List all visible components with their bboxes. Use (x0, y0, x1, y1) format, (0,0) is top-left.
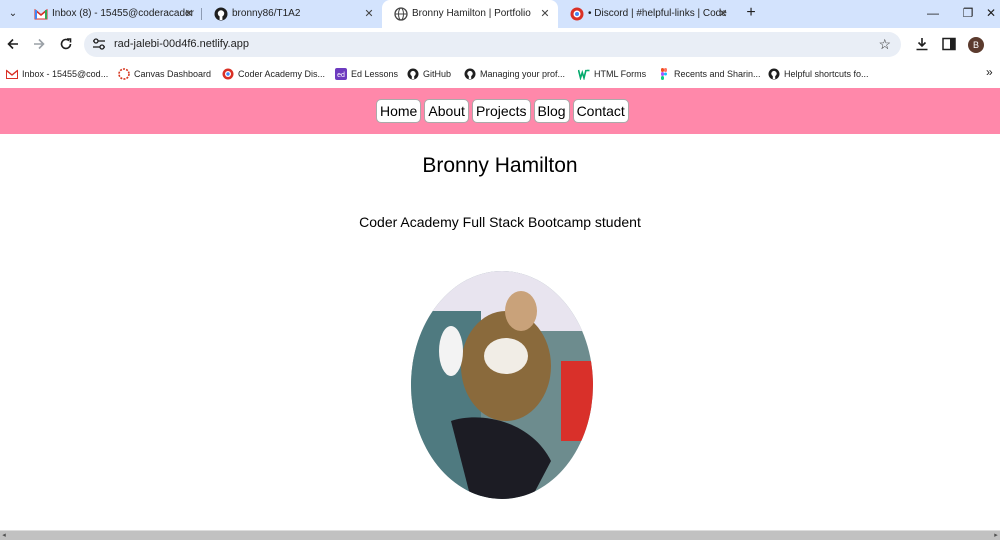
nav-link-home[interactable]: Home (376, 99, 422, 123)
restore-button[interactable]: ❐ (950, 0, 986, 28)
nav-links: Home About Projects Blog Contact (376, 99, 629, 123)
arrow-right-icon (34, 38, 45, 50)
nav-link-blog[interactable]: Blog (533, 99, 570, 123)
side-panel-icon[interactable] (941, 36, 957, 52)
github-icon (768, 68, 780, 80)
bookmark-label: Ed Lessons (351, 69, 399, 79)
bookmark-canvas[interactable]: Canvas Dashboard (118, 66, 211, 82)
chevron-double-right-icon[interactable]: » (986, 65, 993, 79)
bookmark-gmail[interactable]: Inbox - 15455@cod... (6, 66, 108, 82)
nav-link-contact[interactable]: Contact (572, 99, 629, 123)
tab-label: Bronny Hamilton | Portfolio (412, 8, 531, 19)
github-icon (407, 68, 419, 80)
bookmark-html-forms[interactable]: HTML Forms (578, 66, 646, 82)
bookmark-github[interactable]: GitHub (407, 66, 451, 82)
site-navbar: Home About Projects Blog Contact (0, 88, 1000, 134)
tab-label: bronny86/T1A2 (232, 8, 301, 19)
bookmark-label: HTML Forms (594, 69, 647, 79)
back-button[interactable] (3, 34, 23, 54)
bookmark-label: Helpful shortcuts fo... (784, 69, 869, 79)
tab-portfolio[interactable]: Bronny Hamilton | Portfolio ✕ (382, 0, 558, 28)
arrow-left-icon (7, 38, 18, 50)
discord-icon (570, 7, 584, 21)
browser-toolbar: rad-jalebi-00d4f6.netlify.app ☆ B (0, 28, 1000, 61)
figma-icon (661, 68, 667, 80)
horizontal-scrollbar[interactable]: ◂ ▸ (0, 530, 1000, 540)
bookmark-helpful-shortcuts[interactable]: Helpful shortcuts fo... (768, 66, 869, 82)
w3-icon (578, 69, 590, 80)
profile-photo (411, 271, 593, 499)
bookmark-coder-academy-discord[interactable]: Coder Academy Dis... (222, 66, 325, 82)
bookmark-label: Coder Academy Dis... (238, 69, 326, 79)
page-title: Bronny Hamilton (422, 154, 578, 177)
download-icon[interactable] (914, 36, 930, 52)
minimize-button[interactable]: — (915, 0, 951, 28)
bookmark-label: Recents and Sharin... (674, 69, 761, 79)
nav-link-projects[interactable]: Projects (471, 99, 531, 123)
discord-icon (222, 68, 234, 80)
bookmark-managing-profile[interactable]: Managing your prof... (464, 66, 565, 82)
bookmark-label: GitHub (423, 69, 452, 79)
bookmark-ed-lessons[interactable]: ed Ed Lessons (335, 66, 398, 82)
forward-button[interactable] (29, 34, 49, 54)
bookmark-figma-recents[interactable]: Recents and Sharin... (658, 66, 761, 82)
bookmark-label: Inbox - 15455@cod... (22, 69, 109, 79)
close-icon[interactable]: ✕ (182, 0, 196, 28)
bookmark-star-icon[interactable]: ☆ (878, 32, 891, 57)
tab-label: Inbox (8) - 15455@coderacader (52, 8, 194, 19)
tab-search-button[interactable]: ⌄ (3, 4, 23, 24)
github-icon (464, 68, 476, 80)
reload-icon (60, 38, 72, 50)
ed-icon: ed (335, 68, 347, 80)
site-info-icon[interactable] (92, 37, 106, 51)
reload-button[interactable] (56, 34, 76, 54)
url-text: rad-jalebi-00d4f6.netlify.app (114, 38, 249, 50)
close-icon[interactable]: ✕ (538, 0, 552, 28)
close-icon[interactable]: ✕ (716, 0, 730, 28)
profile-photo-image (411, 271, 593, 499)
canvas-icon (118, 68, 130, 80)
tab-discord[interactable]: • Discord | #helpful-links | Code ✕ (558, 0, 736, 28)
bookmark-label: Canvas Dashboard (134, 69, 212, 79)
gmail-icon (6, 69, 18, 79)
tab-strip: ⌄ Inbox (8) - 15455@coderacader ✕ bronny… (0, 0, 1000, 28)
profile-avatar[interactable]: B (968, 37, 984, 53)
tab-github[interactable]: bronny86/T1A2 ✕ (202, 0, 382, 28)
bookmark-label: Managing your prof... (480, 69, 566, 79)
gmail-icon (34, 8, 48, 20)
github-icon (214, 7, 228, 21)
page-viewport: Home About Projects Blog Contact Bronny … (0, 88, 1000, 530)
nav-link-about[interactable]: About (424, 99, 469, 123)
close-window-button[interactable]: ✕ (982, 0, 1000, 28)
tab-label: • Discord | #helpful-links | Code (588, 8, 727, 19)
globe-icon (394, 7, 408, 21)
new-tab-button[interactable]: + (741, 4, 761, 24)
tagline: Coder Academy Full Stack Bootcamp studen… (359, 214, 641, 230)
svg-text:ed: ed (337, 72, 345, 79)
address-bar[interactable]: rad-jalebi-00d4f6.netlify.app ☆ (84, 32, 901, 57)
tab-gmail[interactable]: Inbox (8) - 15455@coderacader ✕ (22, 0, 202, 28)
close-icon[interactable]: ✕ (362, 0, 376, 28)
bookmarks-bar: Inbox - 15455@cod... Canvas Dashboard Co… (0, 61, 1000, 88)
